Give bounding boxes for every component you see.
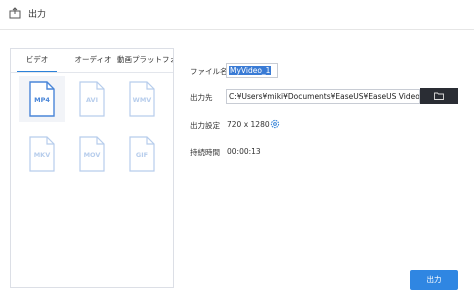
export-icon [9,7,21,19]
output-path-input[interactable]: C:¥Users¥miki¥Documents¥EaseUS¥EaseUS Vi… [226,89,420,104]
format-wmv[interactable]: WMV [119,76,165,122]
format-mov[interactable]: MOV [69,131,115,177]
tab-audio[interactable]: オーディオ [69,49,117,72]
export-button[interactable]: 出力 [410,270,458,290]
format-label: MKV [33,151,51,159]
filename-value: MyVideo_1 [229,66,272,75]
output-settings-label: 出力設定 [190,121,220,130]
filename-input[interactable]: MyVideo_1 [226,63,278,78]
gear-icon[interactable] [270,119,280,129]
tab-video[interactable]: ビデオ [17,49,57,73]
duration-value: 00:00:13 [227,147,261,156]
format-panel: ビデオ オーディオ 動画プラットフォーム MP4 AVI WMV MKV [10,48,174,288]
tab-underline [11,72,173,73]
format-avi[interactable]: AVI [69,76,115,122]
output-path-label: 出力先 [190,93,213,102]
title-bar: 出力 [0,0,474,28]
folder-icon [434,92,444,100]
browse-folder-button[interactable] [420,88,458,104]
output-path-value: C:¥Users¥miki¥Documents¥EaseUS¥EaseUS Vi… [229,92,420,101]
format-tabs: ビデオ オーディオ 動画プラットフォーム [11,49,173,73]
duration-label: 持続時間 [190,148,220,157]
resolution-value: 720 x 1280 [227,120,270,129]
window-title: 出力 [28,10,47,20]
format-gif[interactable]: GIF [119,131,165,177]
filename-label: ファイル名 [190,67,228,76]
format-label: GIF [135,151,149,159]
format-mkv[interactable]: MKV [19,131,65,177]
format-mp4[interactable]: MP4 [19,76,65,122]
format-label: AVI [85,96,99,104]
format-label: MP4 [34,96,50,104]
tab-video-platform[interactable]: 動画プラットフォーム [117,49,173,72]
title-divider [0,29,474,30]
format-label: WMV [132,96,152,104]
format-label: MOV [83,151,101,159]
